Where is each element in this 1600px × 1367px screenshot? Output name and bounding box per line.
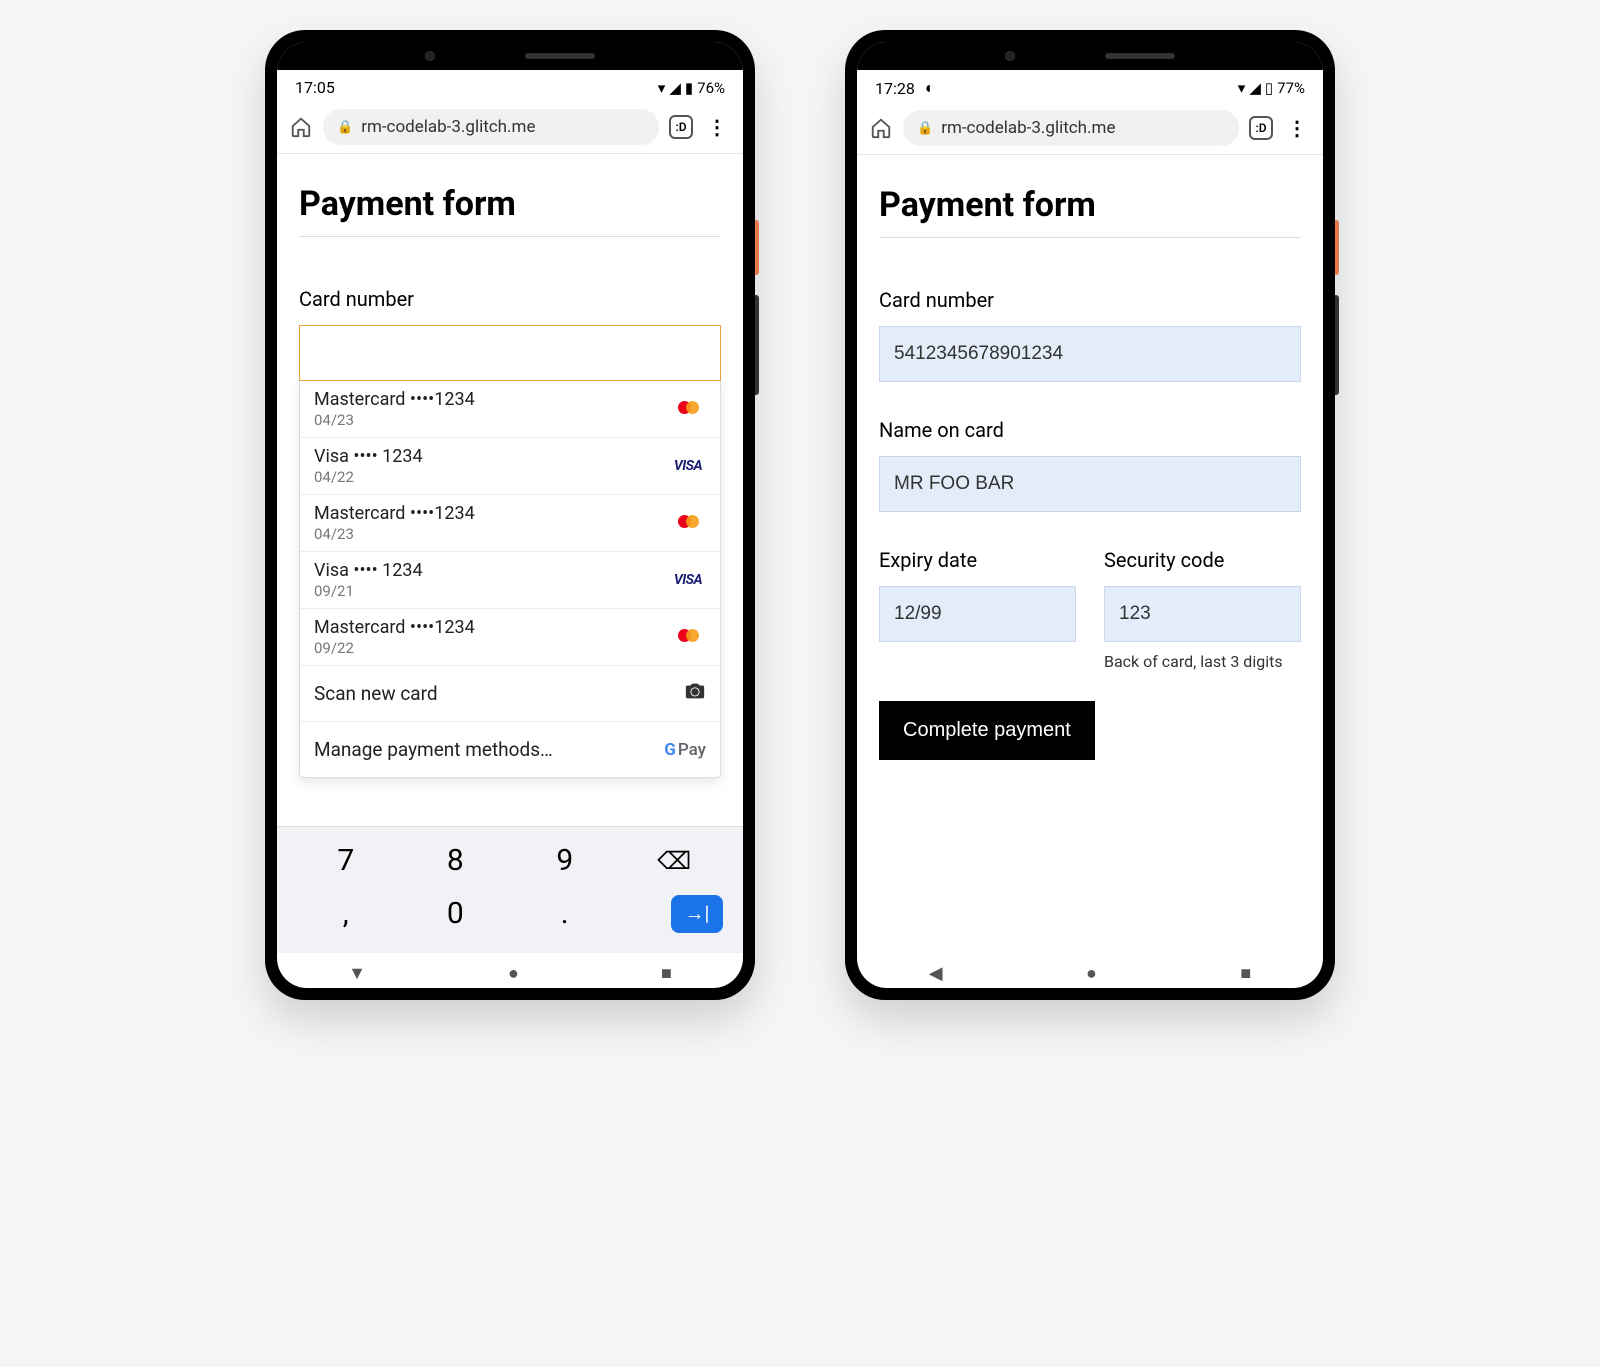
phone-left: 17:05 ▾ ◢ ▮ 76% 🔒 rm-codelab-3.glitch.me…	[265, 30, 755, 1000]
status-battery: 77%	[1277, 79, 1305, 97]
data-saver-icon: ◐	[925, 78, 935, 98]
autofill-dropdown: Mastercard ••••1234 04/23 Visa •••• 1234…	[299, 380, 721, 778]
lock-icon: 🔒	[337, 120, 353, 135]
key-0[interactable]: 0	[425, 890, 485, 937]
name-on-card-label: Name on card	[879, 418, 1301, 442]
name-on-card-input[interactable]	[879, 456, 1301, 512]
battery-icon: ▯	[1265, 79, 1273, 97]
autofill-item[interactable]: Visa •••• 1234 09/21 VISA	[300, 552, 720, 609]
mastercard-icon	[670, 515, 706, 531]
phone-right: 17:28 ◐ ▾ ◢ ▯ 77% 🔒 rm-codelab-3.glitch.…	[845, 30, 1335, 1000]
phone-notch	[277, 42, 743, 70]
security-code-hint: Back of card, last 3 digits	[1104, 652, 1301, 671]
key-comma[interactable]: ,	[316, 890, 376, 937]
home-nav-icon[interactable]: ●	[1086, 963, 1097, 984]
card-number-label: Card number	[299, 287, 721, 311]
key-8[interactable]: 8	[425, 837, 485, 884]
phone-notch	[857, 42, 1323, 70]
menu-icon[interactable]: ⋮	[703, 124, 731, 130]
autofill-item[interactable]: Mastercard ••••1234 04/23	[300, 381, 720, 438]
screen: 17:28 ◐ ▾ ◢ ▯ 77% 🔒 rm-codelab-3.glitch.…	[857, 42, 1323, 988]
card-number-input[interactable]	[879, 326, 1301, 382]
browser-bar: 🔒 rm-codelab-3.glitch.me :D ⋮	[277, 101, 743, 154]
home-icon[interactable]	[289, 115, 313, 139]
numeric-keyboard: 7 8 9 ⌫ , 0 . x →|	[277, 826, 743, 953]
tab-switcher[interactable]: :D	[669, 115, 693, 139]
home-icon[interactable]	[869, 116, 893, 140]
status-bar: 17:28 ◐ ▾ ◢ ▯ 77%	[857, 70, 1323, 102]
manage-payment-methods[interactable]: Manage payment methods… G Pay	[300, 722, 720, 777]
url-bar[interactable]: 🔒 rm-codelab-3.glitch.me	[903, 110, 1239, 146]
autofill-item[interactable]: Mastercard ••••1234 09/22	[300, 609, 720, 666]
expiry-input[interactable]	[879, 586, 1076, 642]
back-nav-icon[interactable]: ▼	[348, 963, 366, 984]
url-text: rm-codelab-3.glitch.me	[941, 118, 1115, 138]
complete-payment-button[interactable]: Complete payment	[879, 701, 1095, 760]
key-period[interactable]: .	[535, 890, 595, 937]
status-battery: 76%	[697, 79, 725, 97]
recents-nav-icon[interactable]: ■	[1240, 963, 1251, 984]
back-nav-icon[interactable]: ◀	[929, 963, 943, 984]
lock-icon: 🔒	[917, 121, 933, 136]
scan-new-card[interactable]: Scan new card	[300, 666, 720, 722]
backspace-key[interactable]: ⌫	[644, 841, 704, 881]
card-number-input[interactable]	[299, 325, 721, 381]
status-bar: 17:05 ▾ ◢ ▮ 76%	[277, 70, 743, 101]
expiry-label: Expiry date	[879, 548, 1076, 572]
autofill-item[interactable]: Visa •••• 1234 04/22 VISA	[300, 438, 720, 495]
card-number-label: Card number	[879, 288, 1301, 312]
security-code-label: Security code	[1104, 548, 1301, 572]
page-title: Payment form	[879, 185, 1301, 238]
visa-icon: VISA	[670, 458, 706, 474]
android-nav-bar: ▼ ● ■	[277, 953, 743, 988]
page-title: Payment form	[299, 184, 721, 237]
signal-icon: ◢	[669, 79, 681, 97]
menu-icon[interactable]: ⋮	[1283, 125, 1311, 131]
autofill-item[interactable]: Mastercard ••••1234 04/23	[300, 495, 720, 552]
security-code-input[interactable]	[1104, 586, 1301, 642]
url-bar[interactable]: 🔒 rm-codelab-3.glitch.me	[323, 109, 659, 145]
key-9[interactable]: 9	[535, 837, 595, 884]
home-nav-icon[interactable]: ●	[508, 963, 519, 984]
tab-switcher[interactable]: :D	[1249, 116, 1273, 140]
page-content: Payment form Card number Mastercard ••••…	[277, 154, 743, 826]
url-text: rm-codelab-3.glitch.me	[361, 117, 535, 137]
enter-key[interactable]: →|	[671, 895, 723, 933]
key-7[interactable]: 7	[316, 837, 376, 884]
gpay-icon: G Pay	[664, 740, 706, 760]
screen: 17:05 ▾ ◢ ▮ 76% 🔒 rm-codelab-3.glitch.me…	[277, 42, 743, 988]
mastercard-icon	[670, 401, 706, 417]
signal-icon: ◢	[1249, 79, 1261, 97]
page-content: Payment form Card number Name on card Ex…	[857, 155, 1323, 953]
status-time: 17:05	[295, 78, 335, 97]
camera-icon	[684, 681, 706, 706]
battery-icon: ▮	[685, 79, 693, 97]
wifi-icon: ▾	[1238, 79, 1246, 97]
mastercard-icon	[670, 629, 706, 645]
recents-nav-icon[interactable]: ■	[661, 963, 672, 984]
android-nav-bar: ◀ ● ■	[857, 953, 1323, 988]
status-time: 17:28	[875, 79, 915, 98]
browser-bar: 🔒 rm-codelab-3.glitch.me :D ⋮	[857, 102, 1323, 155]
wifi-icon: ▾	[658, 79, 666, 97]
visa-icon: VISA	[670, 572, 706, 588]
